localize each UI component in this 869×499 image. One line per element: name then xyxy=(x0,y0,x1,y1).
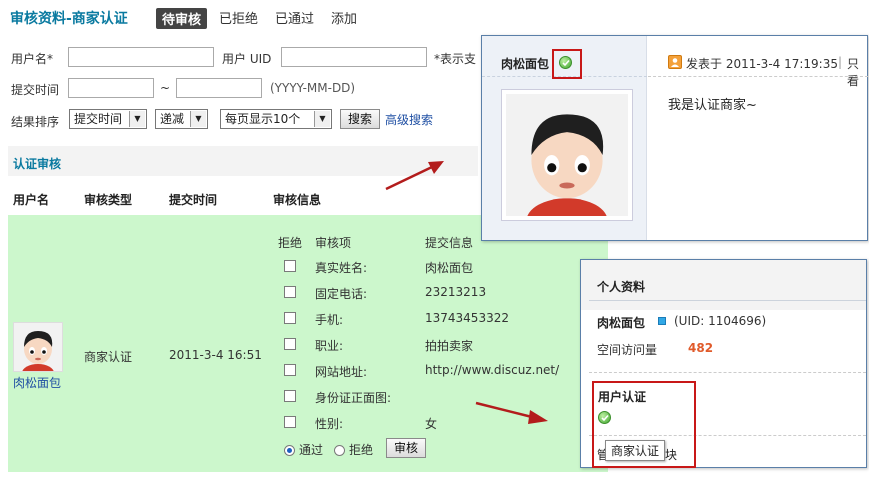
post-panel: 肉松面包 发表于 2011-3-4 17:19:35 | 只看 我是认证商家~ xyxy=(481,35,868,244)
end-date-input[interactable] xyxy=(176,78,262,98)
per-page-value: 每页显示10个 xyxy=(225,112,301,126)
date-separator: ~ xyxy=(160,81,171,95)
post-author-name[interactable]: 肉松面包 xyxy=(501,55,549,72)
record-type: 商家认证 xyxy=(84,350,133,364)
pass-label: 通过 xyxy=(299,443,324,457)
record-username-link[interactable]: 肉松面包 xyxy=(13,374,61,391)
visits-label: 空间访问量 xyxy=(597,343,658,357)
visits-count: 482 xyxy=(688,341,714,355)
record-time: 2011-3-4 16:51 xyxy=(169,348,262,362)
reject-radio[interactable] xyxy=(334,445,345,456)
subheader-item: 审核项 xyxy=(315,236,352,250)
tab-approved[interactable]: 已通过 xyxy=(275,8,314,27)
only-author-link[interactable]: 只看 xyxy=(847,55,867,89)
highlight-box xyxy=(592,381,696,468)
reject-checkbox-mobile[interactable] xyxy=(284,312,296,324)
reject-checkbox-idcard[interactable] xyxy=(284,390,296,402)
search-button[interactable]: 搜索 xyxy=(340,109,381,129)
table-row xyxy=(8,215,608,472)
column-header-type: 审核类型 xyxy=(84,193,133,207)
sort-field-select[interactable]: 提交时间 ▼ xyxy=(69,109,147,129)
sort-field-value: 提交时间 xyxy=(74,112,123,126)
username-input[interactable] xyxy=(68,47,214,67)
item-value: 肉松面包 xyxy=(425,261,474,275)
column-header-username: 用户名 xyxy=(13,193,50,207)
reject-checkbox-gender[interactable] xyxy=(284,416,296,428)
dropdown-arrow-icon: ▼ xyxy=(129,111,145,127)
subheader-info: 提交信息 xyxy=(425,236,474,250)
tab-rejected[interactable]: 已拒绝 xyxy=(219,8,258,27)
item-label: 手机: xyxy=(315,313,344,327)
online-status-icon xyxy=(658,317,666,325)
avatar[interactable] xyxy=(13,322,63,382)
dropdown-arrow-icon: ▼ xyxy=(314,111,330,127)
reject-checkbox-name[interactable] xyxy=(284,260,296,272)
item-value: 女 xyxy=(425,417,438,431)
profile-panel: 个人资料 肉松面包 (UID: 1104696) 空间访问量 482 用户认证 … xyxy=(580,259,867,468)
sort-order-value: 递减 xyxy=(160,112,185,126)
item-label: 身份证正面图: xyxy=(315,391,392,405)
profile-divider xyxy=(589,300,866,301)
profile-name[interactable]: 肉松面包 xyxy=(597,314,645,331)
post-header-divider xyxy=(648,76,868,77)
highlight-box xyxy=(552,49,582,79)
column-header-info: 审核信息 xyxy=(273,193,322,207)
item-label: 网站地址: xyxy=(315,365,368,379)
required-note: *表示支 xyxy=(434,52,477,66)
item-value: 13743453322 xyxy=(425,311,509,325)
date-format-hint: (YYYY-MM-DD) xyxy=(270,81,356,95)
dropdown-arrow-icon: ▼ xyxy=(190,111,206,127)
reject-checkbox-job[interactable] xyxy=(284,338,296,350)
reject-checkbox-phone[interactable] xyxy=(284,286,296,298)
item-value: 拍拍卖家 xyxy=(425,339,474,353)
profile-divider-2 xyxy=(589,372,866,373)
column-header-time: 提交时间 xyxy=(169,193,218,207)
subheader-reject: 拒绝 xyxy=(278,236,303,250)
per-page-select[interactable]: 每页显示10个 ▼ xyxy=(220,109,332,129)
item-label: 职业: xyxy=(315,339,344,353)
avatar-cartoon-icon xyxy=(14,323,62,382)
advanced-search-link[interactable]: 高级搜索 xyxy=(385,111,433,128)
item-value: http://www.discuz.net/ xyxy=(425,363,560,377)
sort-order-select[interactable]: 递减 ▼ xyxy=(155,109,208,129)
uid-label: 用户 UID xyxy=(222,52,272,66)
audit-button[interactable]: 审核 xyxy=(386,438,427,458)
profile-uid: (UID: 1104696) xyxy=(674,314,767,328)
annotation-arrow-icon xyxy=(475,401,548,424)
item-value: 23213213 xyxy=(425,285,487,299)
tab-add[interactable]: 添加 xyxy=(331,8,357,27)
start-date-input[interactable] xyxy=(68,78,154,98)
uid-input[interactable] xyxy=(281,47,427,67)
pass-radio[interactable] xyxy=(284,445,295,456)
item-label: 真实姓名: xyxy=(315,261,368,275)
username-label: 用户名* xyxy=(11,52,54,66)
user-icon xyxy=(668,55,682,69)
item-label: 固定电话: xyxy=(315,287,368,301)
annotation-arrow-icon xyxy=(385,161,444,191)
reject-checkbox-website[interactable] xyxy=(284,364,296,376)
section-title: 认证审核 xyxy=(13,157,62,171)
sort-label: 结果排序 xyxy=(11,115,60,129)
post-separator: | xyxy=(838,55,843,69)
post-time: 发表于 2011-3-4 17:19:35 xyxy=(686,57,838,71)
item-label: 性别: xyxy=(315,417,344,431)
reject-label: 拒绝 xyxy=(349,443,374,457)
post-avatar[interactable] xyxy=(501,89,633,244)
page-title: 审核资料-商家认证 xyxy=(10,11,128,27)
avatar-cartoon-icon xyxy=(506,94,628,244)
tab-pending[interactable]: 待审核 xyxy=(156,8,208,29)
time-label: 提交时间 xyxy=(11,83,60,97)
profile-title: 个人资料 xyxy=(597,280,646,294)
post-message: 我是认证商家~ xyxy=(668,98,757,113)
